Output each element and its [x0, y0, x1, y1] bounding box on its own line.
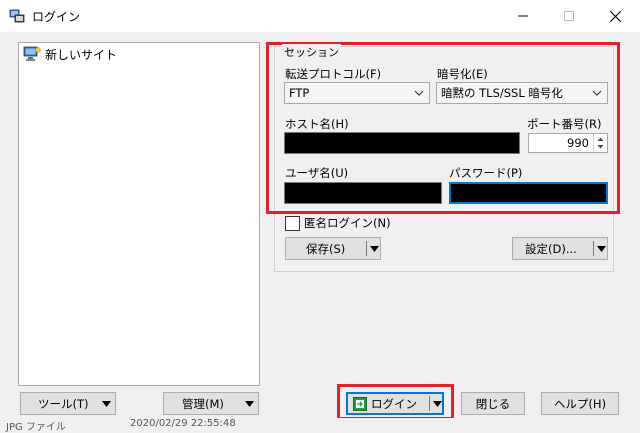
site-tree-item-new-site[interactable]: 新しいサイト — [23, 46, 117, 62]
dropdown-arrow-icon — [245, 401, 254, 407]
encryption-select[interactable]: 暗黙の TLS/SSL 暗号化 — [436, 82, 608, 104]
password-input[interactable] — [449, 182, 608, 204]
chevron-down-icon — [414, 90, 424, 96]
user-label: ユーザ名(U) — [285, 166, 349, 180]
password-label: パスワード(P) — [449, 166, 523, 180]
session-group-label: セッション — [282, 44, 341, 60]
background-file-type: JPG ファイル — [6, 422, 66, 433]
settings-button-label: 設定(D)... — [525, 241, 577, 256]
close-dialog-button[interactable]: 閉じる — [461, 392, 525, 415]
encryption-select-value: 暗黙の TLS/SSL 暗号化 — [441, 86, 563, 100]
help-button[interactable]: ヘルプ(H) — [541, 392, 619, 415]
close-window-button[interactable] — [592, 0, 638, 32]
port-value: 990 — [567, 136, 589, 150]
minimize-icon — [518, 15, 528, 17]
port-spinner[interactable] — [593, 134, 607, 152]
username-input[interactable] — [284, 182, 442, 204]
dropdown-arrow-icon[interactable] — [370, 246, 379, 252]
protocol-select-value: FTP — [289, 86, 310, 100]
anonymous-login-checkbox[interactable]: 匿名ログイン(N) — [285, 215, 391, 231]
chevron-down-icon — [592, 90, 602, 96]
tools-button-label: ツール(T) — [38, 396, 89, 411]
dropdown-arrow-icon[interactable] — [597, 246, 606, 252]
port-label: ポート番号(R) — [527, 117, 602, 131]
title-bar: ログイン — [0, 0, 640, 32]
manage-button-label: 管理(M) — [182, 396, 224, 411]
save-button-label: 保存(S) — [306, 241, 346, 256]
save-button[interactable]: 保存(S) — [285, 237, 381, 260]
host-input[interactable] — [284, 132, 520, 154]
dropdown-arrow-icon — [102, 401, 111, 407]
help-button-label: ヘルプ(H) — [553, 396, 607, 411]
anonymous-login-label: 匿名ログイン(N) — [304, 216, 391, 230]
background-file-date: 2020/02/29 22:55:48 — [130, 418, 236, 429]
background-file-list-strip: JPG ファイル 2020/02/29 22:55:48 — [0, 418, 640, 433]
settings-button[interactable]: 設定(D)... — [512, 237, 608, 260]
minimize-button[interactable] — [500, 0, 546, 32]
encryption-label: 暗号化(E) — [437, 67, 488, 81]
window-title: ログイン — [32, 10, 81, 24]
protocol-label: 転送プロトコル(F) — [285, 67, 382, 81]
tools-button[interactable]: ツール(T) — [20, 392, 116, 415]
manage-button[interactable]: 管理(M) — [163, 392, 259, 415]
host-label: ホスト名(H) — [285, 117, 349, 131]
close-button-label: 閉じる — [475, 396, 511, 411]
spinner-arrows-icon — [597, 137, 604, 149]
close-icon — [609, 10, 621, 22]
highlight-box-login — [337, 384, 454, 420]
maximize-button[interactable] — [546, 0, 592, 32]
checkbox-box[interactable] — [285, 215, 300, 231]
port-input[interactable]: 990 — [528, 133, 608, 153]
winscp-icon — [9, 8, 25, 24]
site-tree-item-label: 新しいサイト — [45, 47, 118, 62]
maximize-icon — [564, 11, 574, 21]
protocol-select[interactable]: FTP — [284, 82, 430, 104]
computer-icon — [23, 46, 41, 61]
site-tree[interactable]: 新しいサイト — [18, 42, 260, 386]
